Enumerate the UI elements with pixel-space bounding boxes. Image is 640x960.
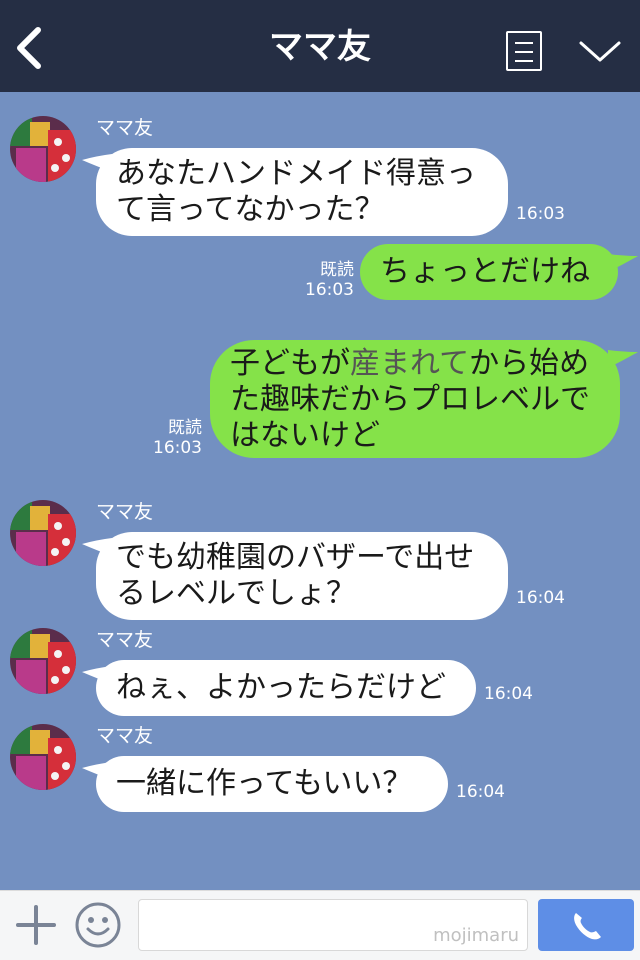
chat-header: ママ友 xyxy=(0,0,640,92)
smiley-icon xyxy=(75,902,121,948)
sender-name: ママ友 xyxy=(96,725,154,747)
message-text: でも幼稚園のバザーで出せ xyxy=(116,540,475,575)
avatar-image xyxy=(10,116,76,182)
message-bubble[interactable]: あなたハンドメイド得意っ て言ってなかった？ xyxy=(96,148,508,236)
message-text: ねぇ、よかったらだけど xyxy=(116,670,446,705)
add-button[interactable] xyxy=(14,903,58,947)
input-bar: mojimaru xyxy=(0,890,640,960)
message-input[interactable]: mojimaru xyxy=(138,899,528,951)
phone-icon xyxy=(574,913,601,940)
avatar[interactable] xyxy=(10,724,76,790)
message-text-part: から始め xyxy=(469,346,590,381)
message-text: あなたハンドメイド得意っ xyxy=(116,156,476,191)
chat-area[interactable]: ママ友 あなたハンドメイド得意っ て言ってなかった？ 16:03 既読 16:0… xyxy=(0,92,640,890)
message-bubble[interactable]: でも幼稚園のバザーで出せ るレベルでしょ？ xyxy=(96,532,508,620)
message-bubble[interactable]: ねぇ、よかったらだけど xyxy=(96,660,476,716)
message-time: 16:04 xyxy=(484,684,533,704)
message-time: 16:03 xyxy=(305,280,354,300)
message-text: はないけど xyxy=(230,418,380,453)
read-receipt: 既読 16:03 xyxy=(298,260,354,300)
call-button[interactable] xyxy=(538,899,634,951)
message-text: ちょっとだけね xyxy=(380,254,590,289)
read-label: 既読 xyxy=(320,260,354,280)
message-text-highlight: 産まれて xyxy=(350,346,470,381)
bubble-tail xyxy=(608,254,638,272)
read-label: 既読 xyxy=(168,418,202,438)
message-text: るレベルでしょ？ xyxy=(116,576,356,611)
avatar-image xyxy=(10,500,76,566)
message-bubble[interactable]: 子どもが産まれてから始め た趣味だからプロレベルで はないけど xyxy=(210,340,620,458)
read-receipt: 既読 16:03 xyxy=(146,418,202,458)
message-bubble[interactable]: ちょっとだけね xyxy=(360,244,618,300)
message-text: た趣味だからプロレベルで xyxy=(230,382,590,417)
message-text: 子どもが産まれてから始め xyxy=(230,346,600,382)
watermark-text: mojimaru xyxy=(433,925,519,946)
avatar[interactable] xyxy=(10,116,76,182)
message-bubble[interactable]: 一緒に作ってもいい？ xyxy=(96,756,448,812)
chat-title: ママ友 xyxy=(269,27,371,67)
avatar-image xyxy=(10,628,76,694)
avatar-image xyxy=(10,724,76,790)
message-time: 16:04 xyxy=(516,588,565,608)
avatar[interactable] xyxy=(10,628,76,694)
message-time: 16:04 xyxy=(456,782,505,802)
avatar[interactable] xyxy=(10,500,76,566)
message-text-part: 子どもが xyxy=(230,346,350,381)
sender-name: ママ友 xyxy=(96,629,154,651)
bubble-tail xyxy=(608,350,638,368)
plus-icon xyxy=(16,905,56,945)
message-time: 16:03 xyxy=(153,438,202,458)
emoji-button[interactable] xyxy=(74,901,122,949)
chevron-down-icon xyxy=(579,41,621,62)
message-text: て言ってなかった？ xyxy=(116,192,385,227)
collapse-button[interactable] xyxy=(578,38,622,66)
message-text: 一緒に作ってもいい？ xyxy=(116,766,413,801)
sender-name: ママ友 xyxy=(96,501,154,523)
message-time: 16:03 xyxy=(516,204,565,224)
sender-name: ママ友 xyxy=(96,117,154,139)
menu-icon[interactable] xyxy=(506,31,542,71)
